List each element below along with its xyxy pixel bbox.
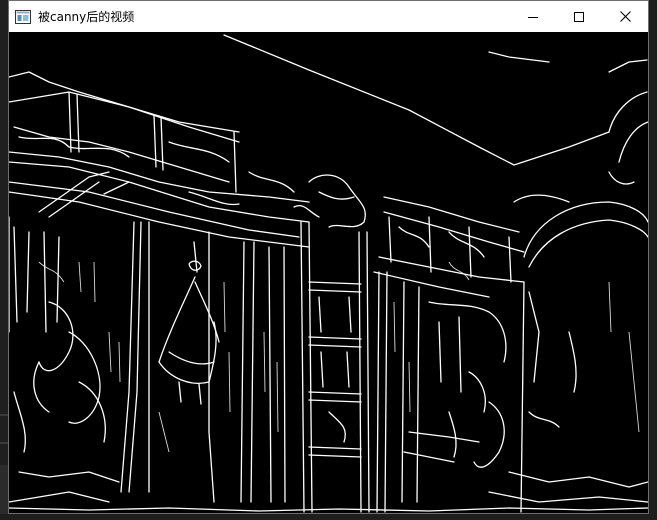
video-frame — [9, 32, 648, 513]
minimize-button[interactable] — [510, 1, 556, 32]
maximize-icon — [574, 11, 584, 22]
maximize-button[interactable] — [556, 1, 602, 32]
minimize-icon — [528, 16, 538, 18]
window-app-icon[interactable] — [15, 9, 31, 25]
canny-edge-frame — [9, 34, 648, 513]
window-title: 被canny后的视频 — [38, 10, 135, 24]
background-window-marks — [0, 414, 8, 520]
close-button[interactable] — [602, 1, 648, 32]
title-bar[interactable]: 被canny后的视频 — [9, 1, 648, 32]
background-window-edge — [0, 0, 8, 520]
close-icon — [619, 11, 631, 22]
window-controls — [510, 1, 648, 32]
desktop-bottom-strip — [0, 514, 657, 520]
video-window[interactable]: 被canny后的视频 — [8, 0, 649, 514]
